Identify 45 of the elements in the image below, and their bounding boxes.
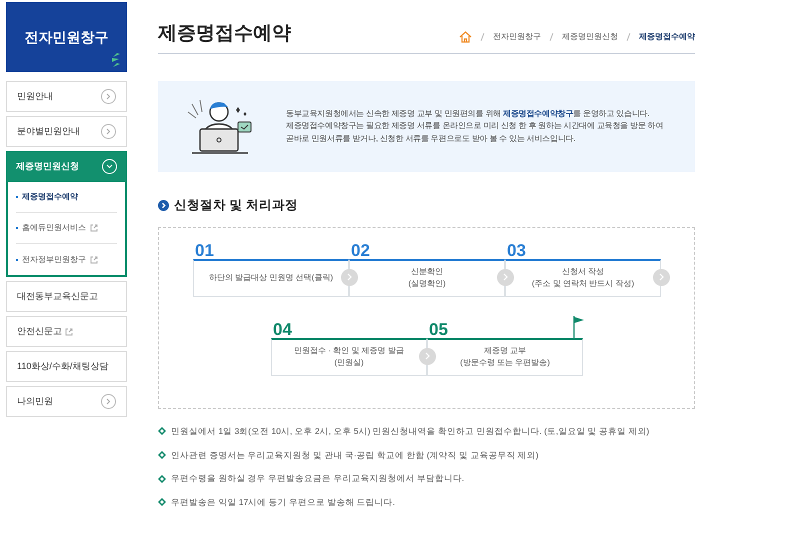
chevron-circle-icon — [158, 200, 169, 211]
diamond-bullet-icon — [158, 498, 166, 506]
step-text: 민원접수 · 확인 및 제증명 발급 (민원실) — [294, 345, 404, 370]
step-number: 04 — [273, 320, 292, 338]
step-number: 05 — [429, 320, 448, 338]
note-text: 민원실에서 1일 3회(오전 10시, 오후 2시, 오후 5시) 민원신청내역을 확인하고 민원접수합니다. (토,일요일 및 공휴일 제외) — [171, 424, 650, 438]
submenu-item[interactable]: 전자정부민원창구 — [16, 244, 117, 275]
external-link-icon — [90, 224, 98, 232]
diamond-bullet-icon — [158, 474, 166, 483]
step-text: 하단의 발급대상 민원명 선택(클릭) — [209, 272, 333, 284]
home-icon[interactable] — [459, 31, 472, 43]
step-number: 02 — [351, 242, 370, 259]
note-text: 우편발송은 익일 17시에 등기 우편으로 발송해 드립니다. — [171, 496, 395, 509]
diamond-bullet-icon — [158, 450, 166, 459]
menu-item[interactable]: 대전동부교육신문고 — [6, 281, 127, 312]
section-title: 신청절차 및 처리과정 — [174, 197, 298, 214]
external-link-icon — [90, 256, 98, 264]
step-text: 신분확인 (실명확인) — [408, 266, 446, 290]
leaf-logo-icon — [109, 52, 121, 68]
note-text: 우편수령을 원하실 경우 우편발송요금은 우리교육지원청에서 부담합니다. — [171, 472, 464, 485]
submenu-item[interactable]: 홈에듀민원서비스 — [16, 213, 117, 244]
note-text: 인사관련 증명서는 우리교육지원청 및 관내 국·공립 학교에 한함 (계약직 및 교육공무직 제외) — [171, 448, 538, 462]
menu-item[interactable]: 제증명민원신청 — [6, 151, 127, 182]
chevron-right-icon — [101, 124, 116, 139]
chevron-right-icon — [101, 394, 116, 409]
menu-item[interactable]: 민원안내 — [6, 81, 127, 112]
step-text: 제증명 교부 (방문수령 또는 우편발송) — [460, 345, 550, 370]
menu-item[interactable]: 안전신문고 — [6, 316, 127, 347]
menu-item[interactable]: 나의민원 — [6, 386, 127, 417]
breadcrumb-link[interactable]: 전자민원창구 — [493, 31, 541, 43]
menu-item[interactable]: 분야별민원안내 — [6, 116, 127, 147]
chevron-down-icon — [102, 159, 117, 174]
diamond-bullet-icon — [158, 427, 166, 436]
step-number: 01 — [195, 242, 214, 259]
chevron-right-icon — [101, 89, 116, 104]
intro-text: 동부교육지원청에서는 신속한 제증명 교부 및 민원편의를 위해 제증명접수예약창구를 운영하고 있습니다. 제증명접수예약창구는 필요한 제증명 서류를 온라인으로 미리 신청 한 후 원하는 시간대에 교육청을 방문 하여 곧바로 민원서류를 받거나, 신청한 서류를 우편으로도 받아 볼 수 있는 서비스입니다. — [286, 108, 664, 145]
step-number: 03 — [507, 242, 526, 259]
step-text: 신청서 작성 (주소 및 연락처 반드시 작성) — [532, 266, 634, 290]
breadcrumb-link[interactable]: 제증명민원신청 — [562, 31, 618, 43]
external-link-icon — [65, 328, 73, 336]
page-title: 제증명접수예약 — [158, 24, 291, 43]
submenu-item[interactable]: 제증명접수예약 — [16, 182, 117, 213]
sidebar-title: 전자민원창구 — [24, 28, 108, 46]
breadcrumb-link[interactable]: 제증명접수예약 — [639, 31, 695, 43]
menu-item[interactable]: 110화상/수화/채팅상담 — [6, 351, 127, 382]
